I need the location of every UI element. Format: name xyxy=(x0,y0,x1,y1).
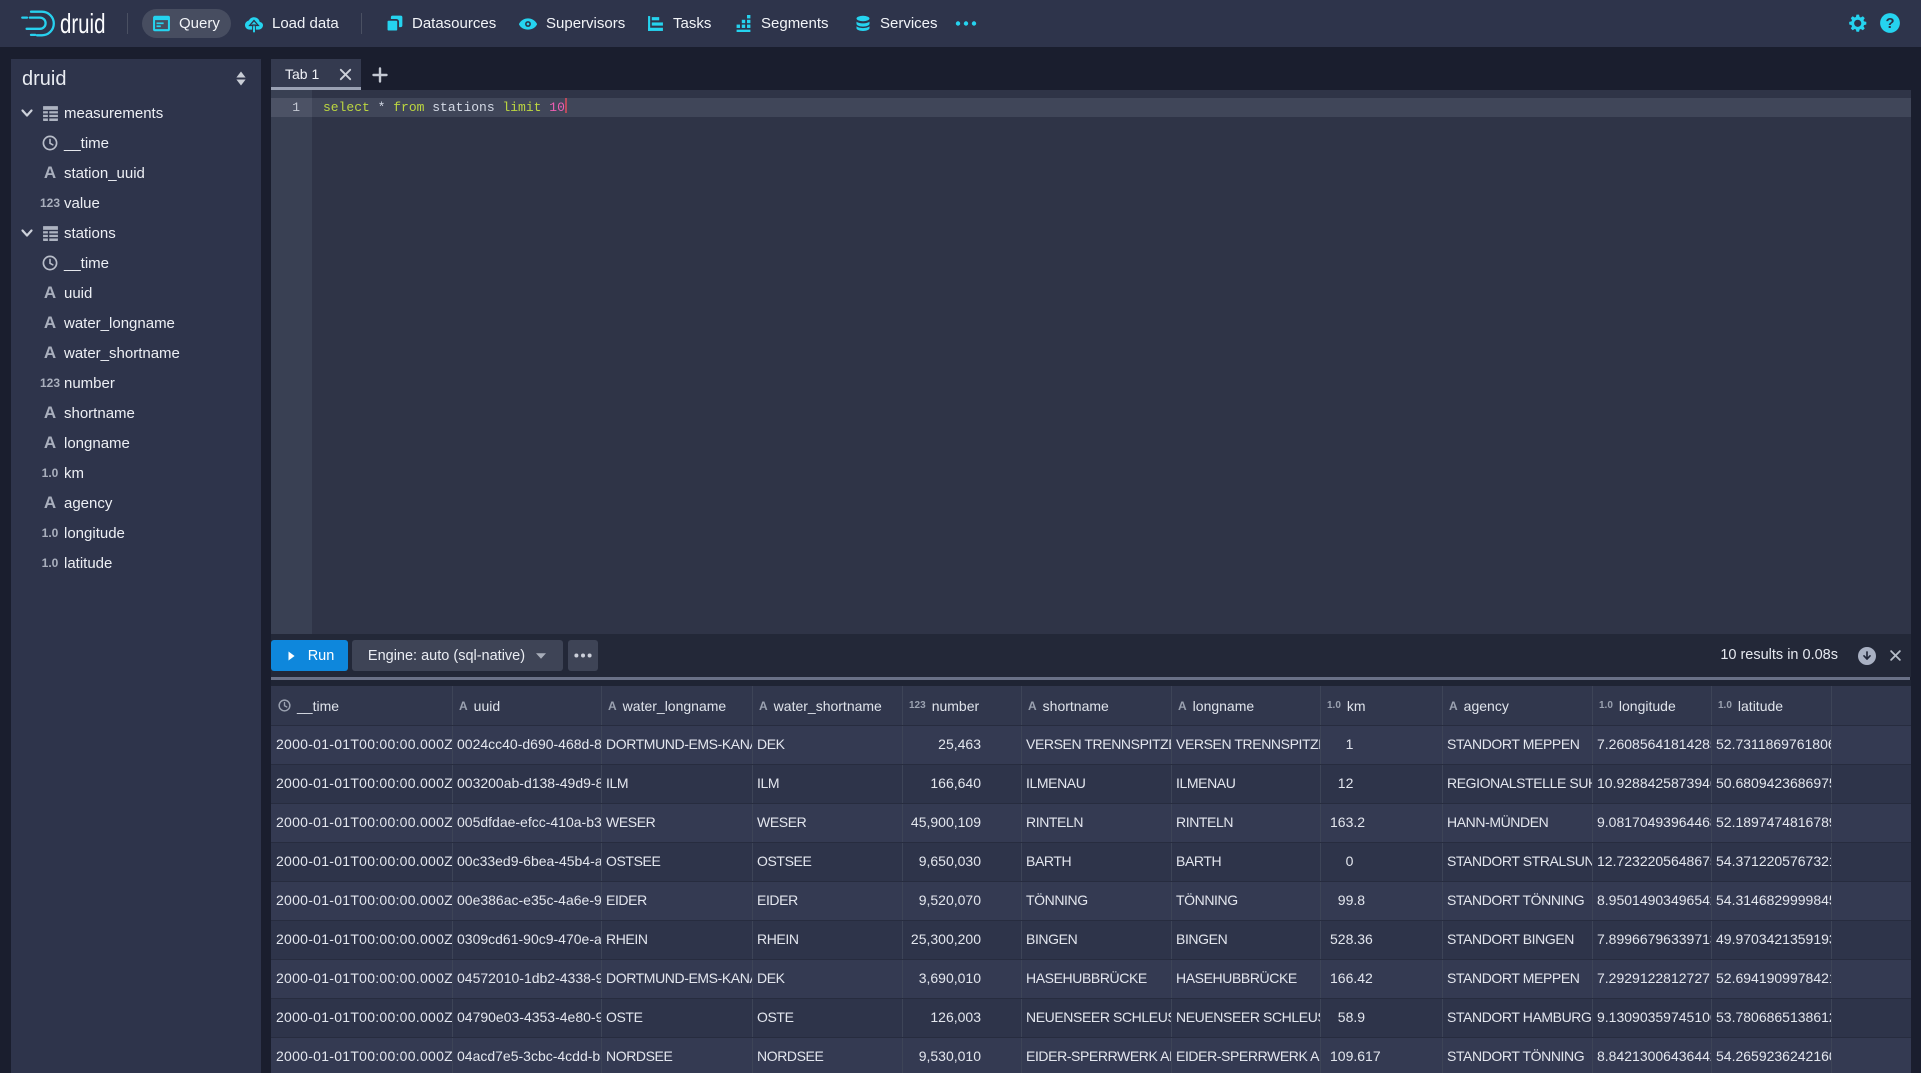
svg-text:?: ? xyxy=(1885,16,1894,32)
